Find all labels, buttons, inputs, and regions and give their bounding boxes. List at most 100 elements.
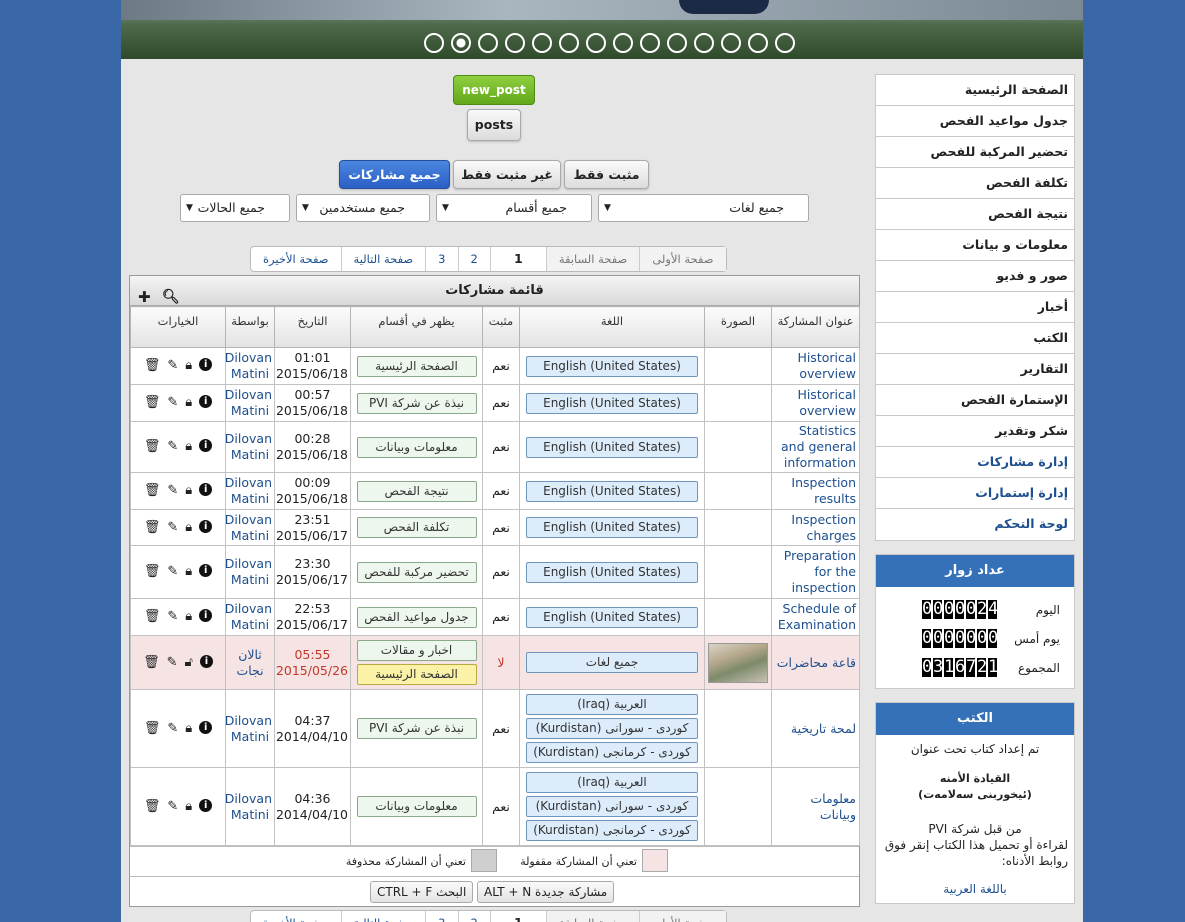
filter-all-posts-button[interactable]: جميع مشاركات xyxy=(339,160,450,189)
page-3-link[interactable]: 3 xyxy=(425,911,457,922)
trash-icon[interactable]: 🗑︎ xyxy=(144,799,161,815)
menu-item[interactable]: الصفحة الرئيسية xyxy=(876,75,1074,106)
post-title-link[interactable]: معلومات وبيانات xyxy=(810,791,856,822)
lock-icon[interactable]: 🔒︎ xyxy=(185,483,192,499)
trash-icon[interactable]: 🗑︎ xyxy=(144,395,161,411)
menu-item[interactable]: صور و فديو xyxy=(876,261,1074,292)
shortcut-search-button[interactable]: البحث CTRL + F xyxy=(370,881,474,903)
post-title-link[interactable]: Preparation for the inspection xyxy=(784,548,856,595)
slider-dot[interactable] xyxy=(451,33,471,53)
menu-item[interactable]: أخبار xyxy=(876,292,1074,323)
menu-item[interactable]: تحضير المركبة للفحص xyxy=(876,137,1074,168)
post-author-link[interactable]: Dilovan Matini xyxy=(225,713,272,744)
info-icon[interactable]: i xyxy=(199,798,213,812)
page-next-link[interactable]: صفحة التالية xyxy=(340,911,426,922)
edit-icon[interactable]: ✎ xyxy=(167,609,178,625)
slider-dot[interactable] xyxy=(748,33,768,53)
page-next-link[interactable]: صفحة التالية xyxy=(340,247,426,271)
new-post-button[interactable]: new_post xyxy=(453,75,535,105)
edit-icon[interactable]: ✎ xyxy=(167,483,178,499)
info-icon[interactable]: i xyxy=(199,564,213,577)
post-title-link[interactable]: Schedule of Examination xyxy=(778,601,856,632)
trash-icon[interactable]: 🗑︎ xyxy=(144,564,161,580)
post-author-link[interactable]: Dilovan Matini xyxy=(225,387,272,418)
trash-icon[interactable]: 🗑︎ xyxy=(144,609,161,625)
menu-item[interactable]: الكتب xyxy=(876,323,1074,354)
lock-icon[interactable]: 🔒︎ xyxy=(185,358,192,374)
trash-icon[interactable]: 🗑︎ xyxy=(144,520,161,536)
edit-icon[interactable]: ✎ xyxy=(167,520,178,536)
trash-icon[interactable]: 🗑︎ xyxy=(143,655,160,671)
edit-icon[interactable]: ✎ xyxy=(167,358,178,374)
add-icon[interactable]: ✚ xyxy=(138,282,151,312)
filter-unpinned-only-button[interactable]: غير مثبت فقط xyxy=(453,160,561,189)
edit-icon[interactable]: ✎ xyxy=(167,395,178,411)
trash-icon[interactable]: 🗑︎ xyxy=(144,721,161,737)
post-title-link[interactable]: Inspection results xyxy=(791,475,856,506)
slider-dot[interactable] xyxy=(478,33,498,53)
users-select[interactable]: جميع مستخدمين ▼ xyxy=(296,194,430,222)
posts-button[interactable]: posts xyxy=(467,109,521,141)
info-icon[interactable]: i xyxy=(199,519,213,533)
info-icon[interactable]: i xyxy=(199,654,213,668)
slider-dot[interactable] xyxy=(559,33,579,53)
edit-icon[interactable]: ✎ xyxy=(167,655,178,671)
post-title-link[interactable]: لمحة تاريخية xyxy=(791,721,856,736)
menu-item[interactable]: إدارة مشاركات xyxy=(876,447,1074,478)
post-author-link[interactable]: Dilovan Matini xyxy=(225,512,272,543)
trash-icon[interactable]: 🗑︎ xyxy=(144,358,161,374)
unlock-icon[interactable]: 🔓︎ xyxy=(185,655,193,671)
post-author-link[interactable]: Dilovan Matini xyxy=(225,350,272,381)
post-title-link[interactable]: قاعة محاضرات xyxy=(777,655,856,670)
slider-dot[interactable] xyxy=(694,33,714,53)
post-title-link[interactable]: Inspection charges xyxy=(791,512,856,543)
page-last-link[interactable]: صفحة الأخيرة xyxy=(251,911,341,922)
info-icon[interactable]: i xyxy=(199,720,213,734)
filter-pinned-only-button[interactable]: مثبت فقط xyxy=(564,160,649,189)
slider-dot[interactable] xyxy=(721,33,741,53)
info-icon[interactable]: i xyxy=(199,358,213,371)
menu-item[interactable]: إدارة إستمارات xyxy=(876,478,1074,509)
slider-dot[interactable] xyxy=(424,33,444,53)
slider-dot[interactable] xyxy=(775,33,795,53)
lock-icon[interactable]: 🔒︎ xyxy=(185,520,192,536)
sections-select[interactable]: جميع أقسام ▼ xyxy=(436,194,592,222)
edit-icon[interactable]: ✎ xyxy=(167,564,178,580)
states-select[interactable]: جميع الحالات ▼ xyxy=(180,194,290,222)
book-link-arabic[interactable]: باللغة العربية xyxy=(882,881,1068,897)
page-2-link[interactable]: 2 xyxy=(457,247,490,271)
trash-icon[interactable]: 🗑︎ xyxy=(144,439,161,455)
post-author-link[interactable]: ثالان نجات xyxy=(236,647,263,678)
lock-icon[interactable]: 🔒︎ xyxy=(185,564,192,580)
post-title-link[interactable]: Historical overview xyxy=(797,387,856,418)
post-author-link[interactable]: Dilovan Matini xyxy=(225,791,272,822)
shortcut-new-post-button[interactable]: مشاركة جديدة ALT + N xyxy=(477,881,615,903)
edit-icon[interactable]: ✎ xyxy=(167,799,178,815)
lock-icon[interactable]: 🔒︎ xyxy=(185,799,192,815)
slider-dot[interactable] xyxy=(667,33,687,53)
info-icon[interactable]: i xyxy=(199,439,213,452)
page-2-link[interactable]: 2 xyxy=(457,911,490,922)
post-author-link[interactable]: Dilovan Matini xyxy=(225,601,272,632)
post-author-link[interactable]: Dilovan Matini xyxy=(225,431,272,462)
post-author-link[interactable]: Dilovan Matini xyxy=(225,475,272,506)
menu-item[interactable]: لوحة التحكم xyxy=(876,509,1074,540)
search-icon[interactable]: 🔍︎ xyxy=(162,282,180,312)
trash-icon[interactable]: 🗑︎ xyxy=(144,483,161,499)
lock-icon[interactable]: 🔒︎ xyxy=(185,609,192,625)
slider-dot[interactable] xyxy=(532,33,552,53)
edit-icon[interactable]: ✎ xyxy=(167,721,178,737)
menu-item[interactable]: تكلفة الفحص xyxy=(876,168,1074,199)
slider-dot[interactable] xyxy=(586,33,606,53)
post-title-link[interactable]: Statistics and general information xyxy=(781,423,856,470)
post-author-link[interactable]: Dilovan Matini xyxy=(225,556,272,587)
slider-dot[interactable] xyxy=(640,33,660,53)
menu-item[interactable]: التقارير xyxy=(876,354,1074,385)
page-last-link[interactable]: صفحة الأخيرة xyxy=(251,247,341,271)
info-icon[interactable]: i xyxy=(199,609,213,622)
menu-item[interactable]: جدول مواعيد الفحص xyxy=(876,106,1074,137)
slider-dot[interactable] xyxy=(505,33,525,53)
lock-icon[interactable]: 🔒︎ xyxy=(185,721,192,737)
menu-item[interactable]: نتيجة الفحص xyxy=(876,199,1074,230)
info-icon[interactable]: i xyxy=(199,483,213,496)
